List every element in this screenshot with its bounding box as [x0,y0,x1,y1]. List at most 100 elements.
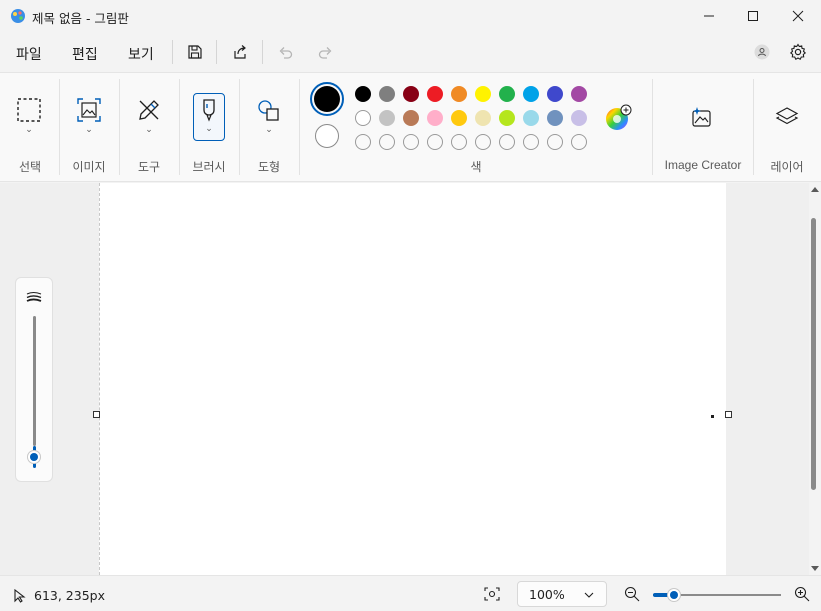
share-button[interactable] [230,42,250,62]
color-swatch[interactable] [499,110,515,126]
undo-icon [279,47,293,59]
color-swatch[interactable] [571,86,587,102]
custom-color-slot[interactable] [355,134,371,150]
tools-button[interactable]: ⌄ [136,97,162,135]
custom-color-slot[interactable] [571,134,587,150]
group-label-shapes: 도형 [257,160,281,174]
color-swatch[interactable] [403,86,419,102]
zoom-level-dropdown[interactable]: 100% [517,581,607,607]
group-divider [299,79,300,175]
vertical-scroll-thumb[interactable] [811,218,816,490]
chevron-down-icon: ⌄ [25,125,33,135]
brush-size-track[interactable] [33,316,36,446]
selection-rectangle-icon [17,98,41,122]
custom-color-slot[interactable] [499,134,515,150]
undo-button[interactable] [276,42,296,62]
close-icon [792,10,804,22]
chevron-down-icon: ⌄ [145,125,153,135]
minimize-icon [704,15,714,17]
group-label-image-creator: Image Creator [664,158,742,172]
scroll-up-arrow-icon[interactable] [811,186,819,194]
brush-size-slider-thumb[interactable] [27,450,41,464]
primary-color-swatch[interactable] [310,82,344,116]
group-divider [753,79,754,175]
layers-icon [775,107,799,125]
color-swatch[interactable] [475,86,491,102]
account-avatar-icon [754,44,770,60]
pencil-eraser-icon [139,100,159,120]
color-swatch[interactable] [547,110,563,126]
color-swatch[interactable] [499,86,515,102]
color-swatch[interactable] [355,110,371,126]
color-swatch[interactable] [427,110,443,126]
menu-file[interactable]: 파일 [16,44,42,64]
fit-to-window-icon[interactable] [484,587,500,601]
zoom-slider-thumb[interactable] [667,588,681,602]
image-tools-button[interactable]: ⌄ [76,97,102,135]
zoom-in-icon[interactable] [794,586,810,602]
brush-size-icon [26,292,42,302]
color-swatch[interactable] [571,110,587,126]
maximize-icon [748,11,758,21]
custom-color-slot[interactable] [523,134,539,150]
share-icon [234,45,246,59]
menu-edit[interactable]: 편집 [72,44,98,64]
custom-color-slot[interactable] [427,134,443,150]
canvas-resize-handle-left[interactable] [93,411,100,418]
group-divider [239,79,240,175]
color-picker-wheel-icon[interactable] [605,104,633,132]
color-swatch[interactable] [403,110,419,126]
color-swatch[interactable] [523,110,539,126]
color-swatch[interactable] [547,86,563,102]
pointer-cursor-icon [14,589,26,603]
settings-button[interactable] [788,42,808,62]
canvas-resize-handle-right[interactable] [725,411,732,418]
drawing-canvas[interactable] [99,183,726,575]
secondary-color-swatch[interactable] [315,124,339,148]
custom-color-slot[interactable] [379,134,395,150]
color-swatch[interactable] [451,86,467,102]
gear-icon [789,43,807,60]
close-button[interactable] [775,0,821,32]
color-swatch[interactable] [427,86,443,102]
menu-bar: 파일 편집 보기 [0,32,821,72]
window-title: 제목 없음 - 그림판 [32,11,129,26]
chevron-down-icon: ⌄ [85,125,93,135]
custom-color-slot[interactable] [451,134,467,150]
image-creator-button[interactable] [690,105,714,129]
color-swatch[interactable] [475,110,491,126]
cursor-dot [711,415,714,418]
redo-button[interactable] [315,42,335,62]
group-label-layers: 레이어 [770,160,804,174]
group-divider [652,79,653,175]
color-swatch[interactable] [355,86,371,102]
group-divider [179,79,180,175]
custom-color-slot[interactable] [547,134,563,150]
layers-button[interactable] [775,105,799,129]
scroll-down-arrow-icon[interactable] [811,564,819,572]
brushes-button[interactable]: ⌄ [193,93,225,141]
minimize-button[interactable] [686,0,732,32]
color-swatch[interactable] [451,110,467,126]
account-button[interactable] [752,42,772,62]
color-swatch[interactable] [379,110,395,126]
maximize-button[interactable] [730,0,776,32]
status-bar: 613, 235px 100% [0,575,821,611]
selection-tool-button[interactable]: ⌄ [16,97,42,135]
group-label-tools: 도구 [137,160,161,174]
shapes-button[interactable]: ⌄ [256,99,282,135]
color-swatch[interactable] [379,86,395,102]
cursor-position: 613, 235px [34,588,105,603]
shapes-icon [258,100,279,121]
chevron-down-icon [584,592,594,598]
zoom-out-icon[interactable] [624,586,640,602]
image-crop-icon [77,98,101,122]
custom-color-slot[interactable] [403,134,419,150]
save-button[interactable] [185,42,205,62]
custom-color-slot[interactable] [475,134,491,150]
ribbon: ⌄ 선택 ⌄ 이미지 ⌄ 도구 ⌄ 브러시 ⌄ 도형 색 Image Creat… [0,72,821,182]
chevron-down-icon: ⌄ [205,124,213,134]
color-swatch[interactable] [523,86,539,102]
menu-divider [262,40,263,64]
menu-view[interactable]: 보기 [128,44,154,64]
